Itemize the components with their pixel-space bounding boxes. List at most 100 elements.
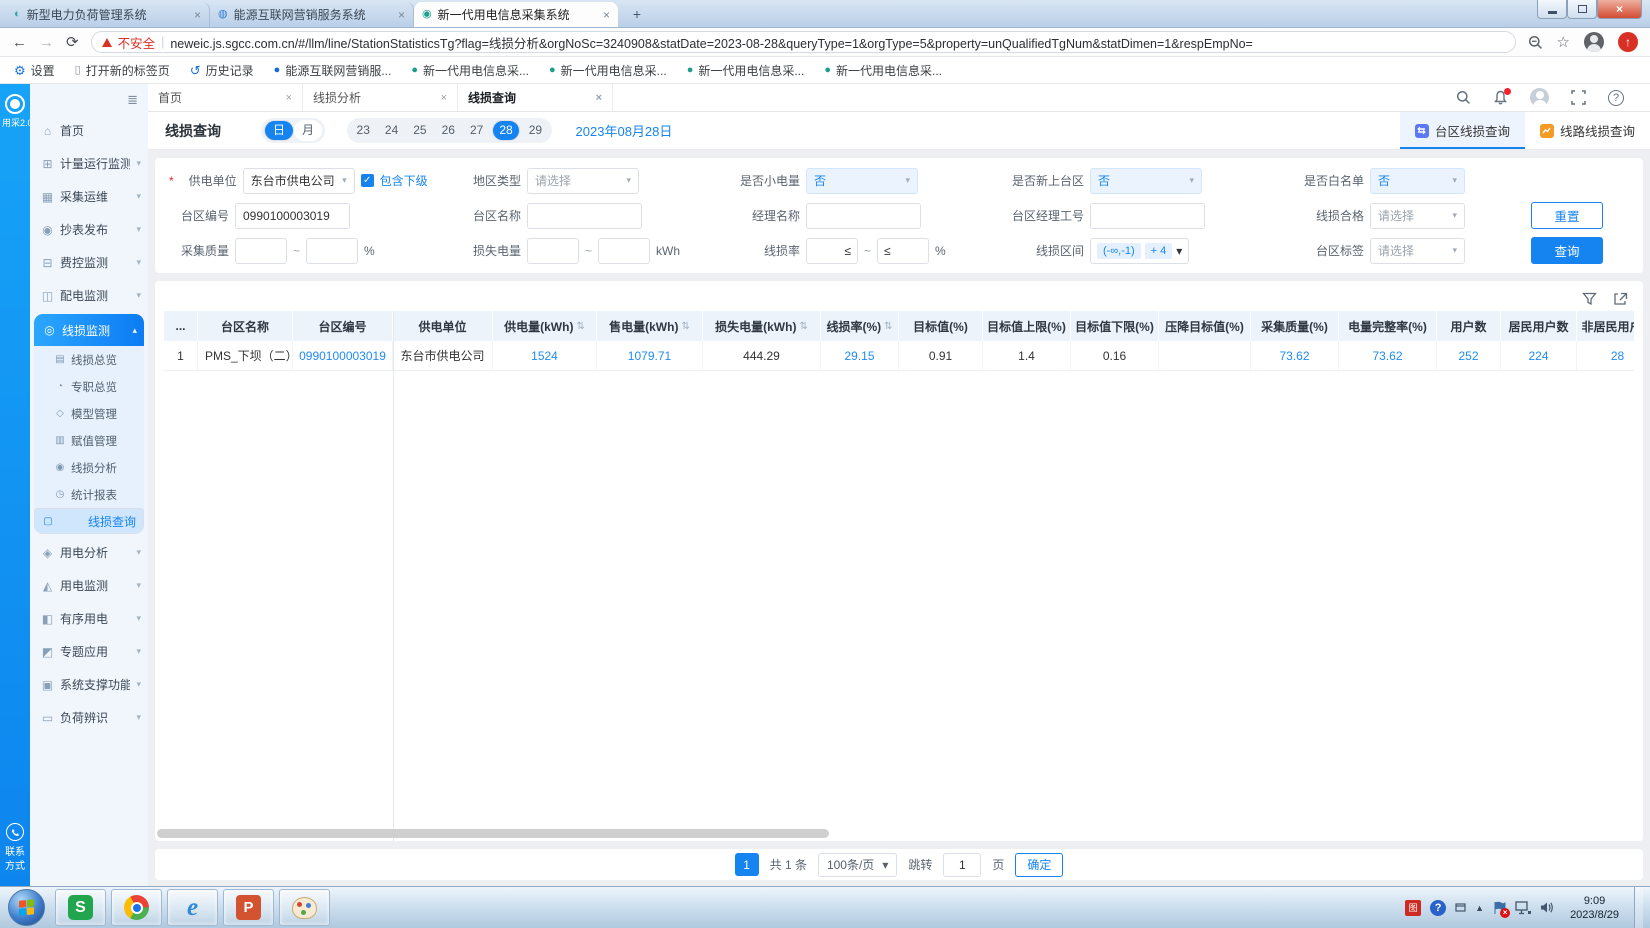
cell-users-link[interactable]: 252: [1437, 341, 1501, 370]
sidebar-item-usage-analysis[interactable]: ◈ 用电分析 ▾: [30, 536, 148, 569]
close-button[interactable]: ×: [1597, 0, 1642, 19]
manager-no-input[interactable]: [1090, 203, 1205, 229]
help-icon[interactable]: ?: [1608, 90, 1624, 106]
sidebar-item-metering[interactable]: ⊞ 计量运行监测 ▾: [30, 147, 148, 180]
small-power-select[interactable]: 否▾: [806, 168, 918, 194]
granularity-month[interactable]: 月: [294, 120, 322, 141]
cell-supply-energy-link[interactable]: 1524: [493, 341, 597, 370]
bookmark-newtab[interactable]: ▯打开新的标签页: [75, 62, 170, 79]
power-unit-select[interactable]: 东台市供电公司▾: [243, 168, 355, 194]
day-26[interactable]: 26: [435, 120, 461, 141]
day-23[interactable]: 23: [350, 120, 376, 141]
sidebar-item-usage-monitor[interactable]: ◭ 用电监测 ▾: [30, 569, 148, 602]
taskbar-app-s[interactable]: S: [55, 889, 106, 926]
tab-close-icon[interactable]: ×: [603, 8, 610, 22]
new-tab-button[interactable]: +: [624, 5, 650, 23]
sidebar-item-distribution[interactable]: ◫ 配电监测 ▾: [30, 279, 148, 312]
close-icon[interactable]: ×: [286, 92, 292, 104]
address-bar[interactable]: 不安全 | neweic.js.sgcc.com.cn/#/llm/line/S…: [91, 31, 1516, 53]
browser-update-icon[interactable]: ↑: [1618, 32, 1638, 52]
browser-tab-3-active[interactable]: ◉ 新一代用电信息采集系统 ×: [414, 2, 618, 27]
sidebar-collapse-icon[interactable]: ≣: [127, 92, 138, 108]
user-avatar[interactable]: [1530, 88, 1549, 107]
sidebar-item-home[interactable]: ⌂ 首页: [30, 114, 148, 147]
cell-station-no-link[interactable]: 0990100003019: [293, 341, 393, 370]
white-list-select[interactable]: 否▾: [1370, 168, 1465, 194]
sidebar-item-fee-control[interactable]: ⊟ 费控监测 ▾: [30, 246, 148, 279]
col-loss-energy[interactable]: 损失电量(kWh)⇅: [703, 311, 821, 341]
bookmark-collect-4[interactable]: ●新一代用电信息采...: [824, 62, 942, 79]
table-row[interactable]: 1 PMS_下坝（二）... 0990100003019 东台市供电公司 152…: [164, 341, 1634, 371]
cell-non-resident-users-link[interactable]: 28: [1577, 341, 1634, 370]
sidebar-item-collection-ops[interactable]: ▦ 采集运维 ▾: [30, 180, 148, 213]
sidebar-subitem-stat-report[interactable]: ◷ 统计报表: [34, 481, 144, 508]
security-warning[interactable]: 不安全: [118, 33, 156, 52]
day-29[interactable]: 29: [522, 120, 548, 141]
bookmark-star-icon[interactable]: ☆: [1557, 33, 1570, 51]
loss-range-more-tag[interactable]: + 4: [1145, 243, 1173, 259]
day-24[interactable]: 24: [378, 120, 404, 141]
page-1-button[interactable]: 1: [735, 853, 759, 876]
col-loss-rate[interactable]: 线损率(%)⇅: [821, 311, 899, 341]
sidebar-subitem-assign-mgmt[interactable]: ▥ 赋值管理: [34, 427, 144, 454]
bookmark-marketing[interactable]: ●能源互联网营销服...: [274, 62, 392, 79]
browser-tab-2[interactable]: ◍ 能源互联网营销服务系统 ×: [210, 2, 414, 27]
cell-loss-rate-link[interactable]: 29.15: [821, 341, 899, 370]
zoom-icon[interactable]: [1528, 35, 1543, 50]
minimize-button[interactable]: [1537, 0, 1567, 19]
view-tab-line-loss[interactable]: 线路线损查询: [1525, 112, 1650, 149]
sidebar-subitem-loss-overview[interactable]: ▤ 线损总览: [34, 346, 144, 373]
tab-close-icon[interactable]: ×: [398, 8, 405, 22]
sort-icon[interactable]: ⇅: [681, 321, 689, 332]
loss-rate-max-input[interactable]: ≤: [877, 238, 929, 264]
bookmark-history[interactable]: ↺历史记录: [190, 62, 254, 79]
reload-icon[interactable]: ⟳: [66, 35, 79, 50]
tray-expand-icon[interactable]: ▲: [1475, 903, 1484, 913]
jump-page-input[interactable]: [943, 853, 981, 877]
network-icon[interactable]: [1515, 901, 1531, 915]
sidebar-subitem-loss-analysis[interactable]: ◉ 线损分析: [34, 454, 144, 481]
url-text[interactable]: neweic.js.sgcc.com.cn/#/llm/line/Station…: [170, 33, 1253, 52]
profile-avatar[interactable]: [1584, 32, 1604, 52]
day-27[interactable]: 27: [463, 120, 489, 141]
taskbar-chrome[interactable]: [111, 889, 162, 926]
taskbar-powerpoint[interactable]: P: [223, 889, 274, 926]
confirm-button[interactable]: 确定: [1015, 853, 1063, 877]
tray-app-icon[interactable]: 图: [1405, 900, 1421, 916]
taskbar-clock[interactable]: 9:09 2023/8/29: [1564, 894, 1625, 922]
station-tag-select[interactable]: 请选择▾: [1370, 238, 1465, 264]
loss-rate-min-input[interactable]: ≤: [806, 238, 858, 264]
back-icon[interactable]: ←: [12, 35, 27, 50]
action-center-flag-icon[interactable]: ×: [1493, 901, 1506, 915]
granularity-day-selected[interactable]: 日: [264, 120, 294, 141]
station-name-input[interactable]: [527, 203, 642, 229]
page-size-select[interactable]: 100条/页 ▾: [818, 853, 897, 877]
selected-date-label[interactable]: 2023年08月28日: [576, 121, 673, 140]
col-supply-energy[interactable]: 供电量(kWh)⇅: [493, 311, 597, 341]
contact-widget[interactable]: 联系 方式: [0, 823, 30, 874]
include-sub-label[interactable]: 包含下级: [380, 172, 428, 189]
workspace-tab-loss-query-active[interactable]: 线损查询 ×: [458, 84, 613, 111]
sidebar-item-line-loss-monitor[interactable]: ◎ 线损监测 ▴: [34, 314, 144, 346]
cell-integrity-link[interactable]: 73.62: [1339, 341, 1437, 370]
close-icon[interactable]: ×: [596, 92, 602, 104]
show-desktop-button[interactable]: [1634, 887, 1643, 928]
maximize-button[interactable]: [1567, 0, 1597, 19]
sidebar-item-meter-reading[interactable]: ◉ 抄表发布 ▾: [30, 213, 148, 246]
forward-icon[interactable]: →: [39, 35, 54, 50]
include-sub-checkbox[interactable]: ✓: [361, 174, 374, 187]
close-icon[interactable]: ×: [441, 92, 447, 104]
export-icon[interactable]: [1613, 292, 1628, 306]
sort-icon[interactable]: ⇅: [799, 321, 807, 332]
loss-qualified-select[interactable]: 请选择▾: [1370, 203, 1465, 229]
day-28-selected[interactable]: 28: [492, 120, 520, 141]
volume-icon[interactable]: [1540, 901, 1555, 914]
loss-energy-max-input[interactable]: [598, 238, 650, 264]
taskbar-ie[interactable]: e: [167, 889, 218, 926]
notification-bell-icon[interactable]: [1493, 90, 1508, 106]
sidebar-subitem-loss-query-selected[interactable]: ▢ 线损查询: [34, 508, 144, 534]
workspace-tab-loss-analysis[interactable]: 线损分析 ×: [303, 84, 458, 111]
column-filter-icon[interactable]: [1582, 292, 1597, 306]
sidebar-subitem-duty-overview[interactable]: ◔ 专职总览: [34, 373, 144, 400]
col-ellipsis[interactable]: ...: [164, 311, 198, 341]
